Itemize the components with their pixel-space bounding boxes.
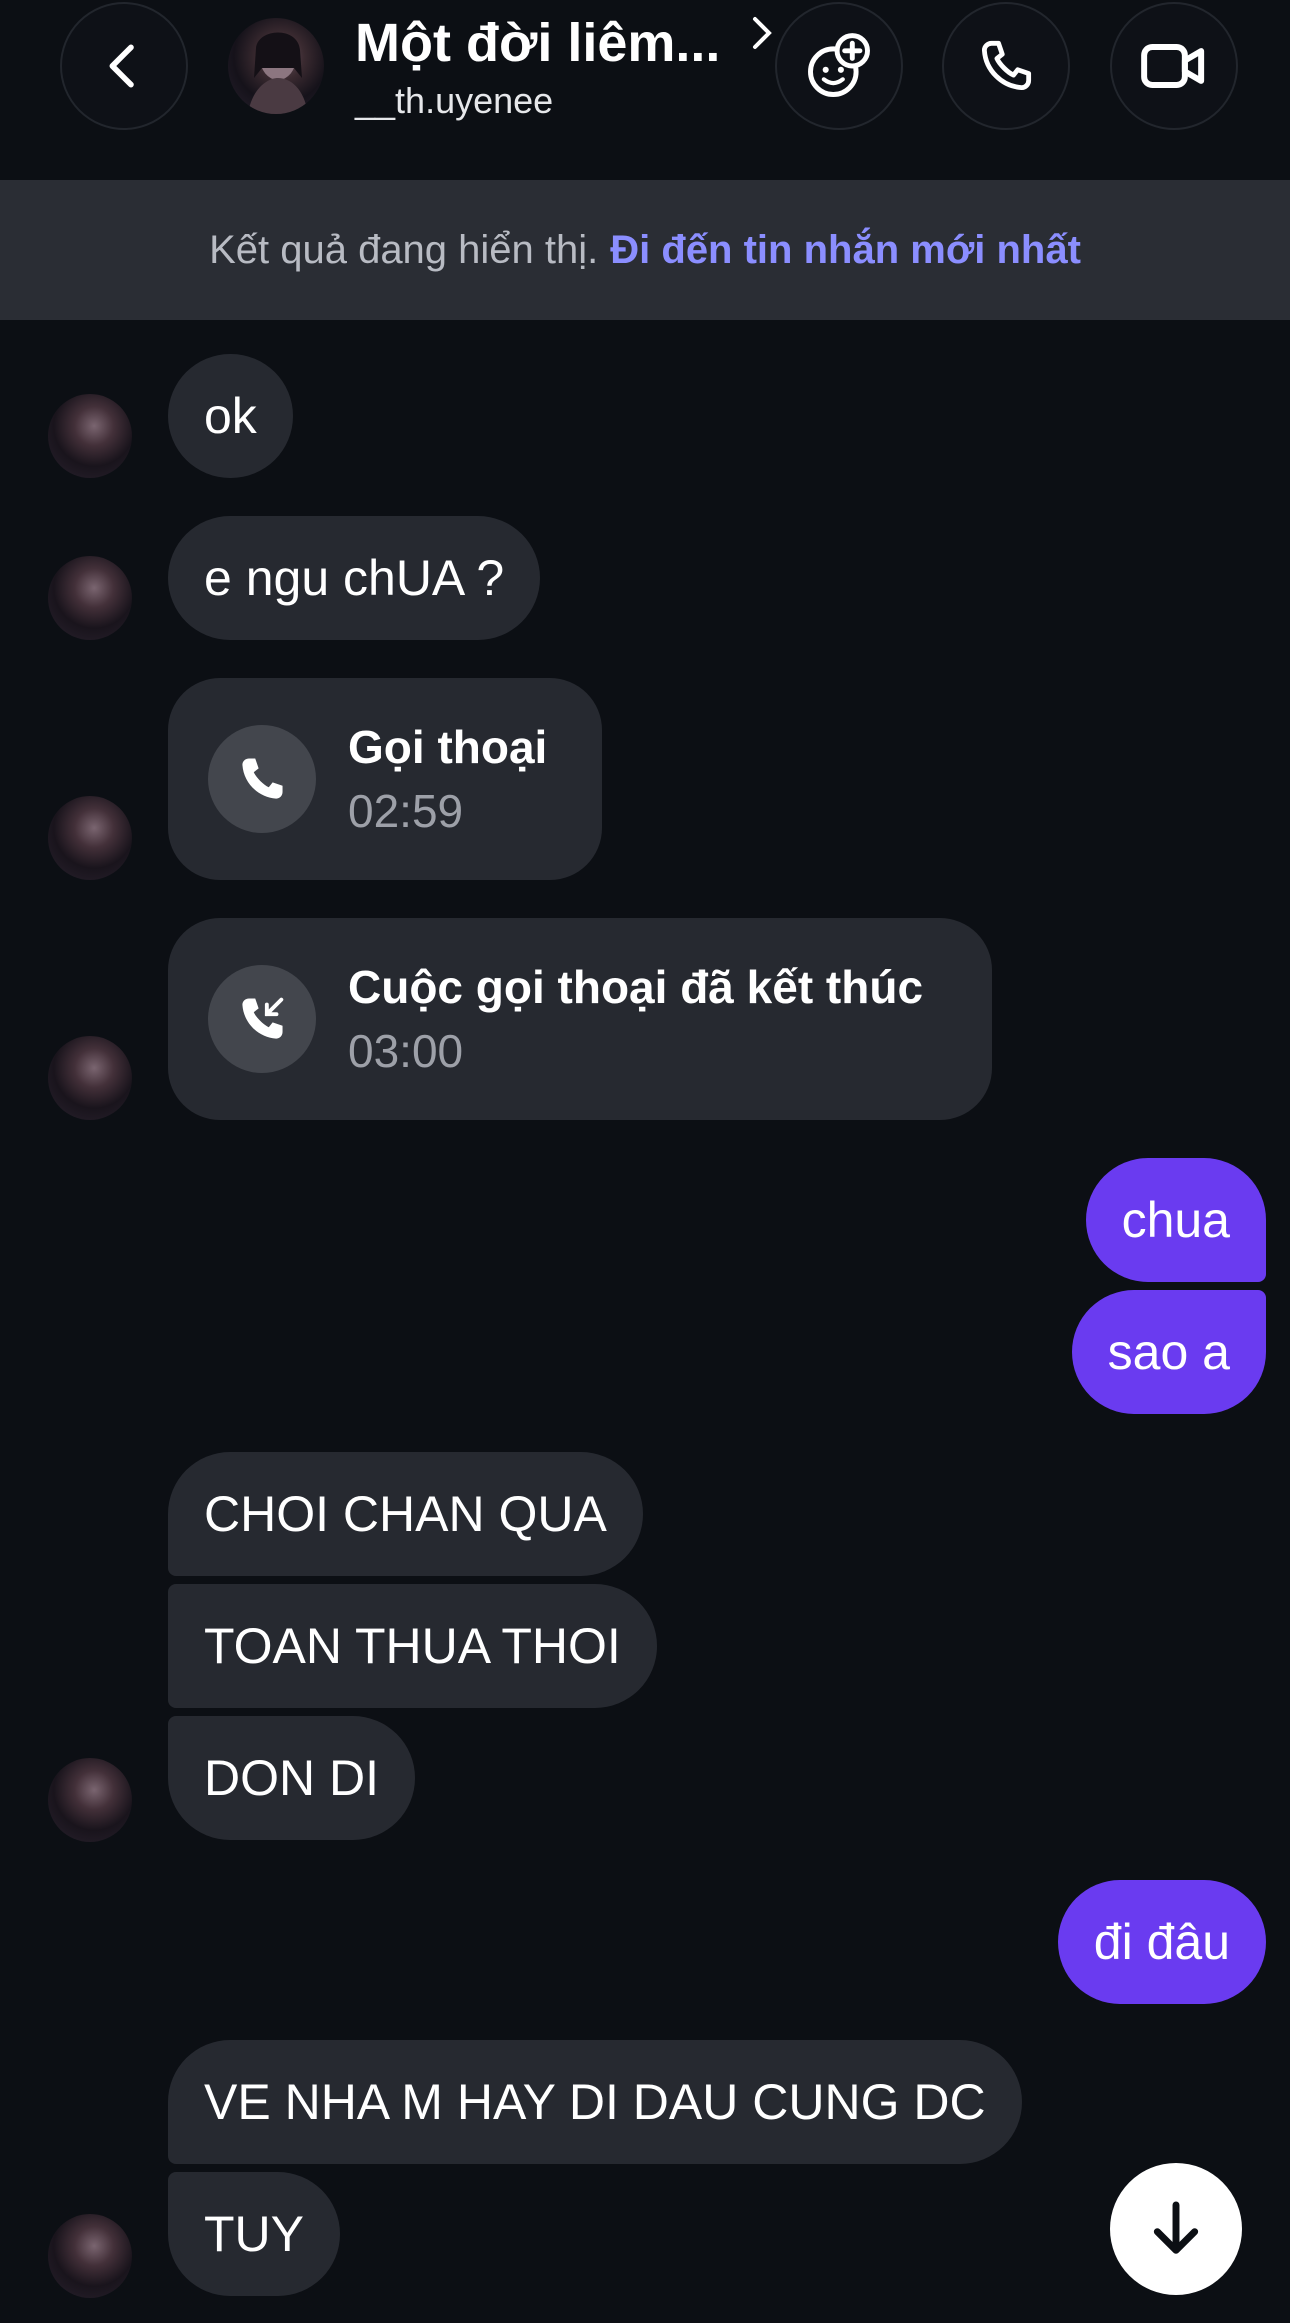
banner-text: Kết quả đang hiển thị. (209, 227, 599, 272)
conversation-title[interactable]: Một đời liêm... (355, 12, 777, 74)
avatar-portrait (248, 32, 308, 114)
video-camera-icon (1141, 44, 1205, 88)
message-bubble[interactable]: DON DI (168, 1716, 415, 1840)
voice-call-button[interactable] (942, 2, 1070, 130)
sender-avatar[interactable] (48, 796, 132, 880)
message-bubble[interactable]: e ngu chUA ? (168, 516, 541, 640)
voice-call-message[interactable]: Cuộc gọi thoại đã kết thúc 03:00 (168, 918, 992, 1120)
sender-avatar[interactable] (48, 2214, 132, 2298)
message-bubble[interactable]: TUY (168, 2172, 340, 2296)
video-call-button[interactable] (1110, 2, 1238, 130)
search-result-banner: Kết quả đang hiển thị. Đi đến tin nhắn m… (0, 180, 1290, 320)
sender-avatar[interactable] (48, 1758, 132, 1842)
message-bubble[interactable]: TOAN THUA THOI (168, 1584, 657, 1708)
message-bubble[interactable]: CHOI CHAN QUA (168, 1452, 643, 1576)
chevron-right-icon (753, 17, 773, 49)
sender-avatar[interactable] (48, 1036, 132, 1120)
conversation-username: __th.uyenee (355, 80, 554, 121)
back-button[interactable] (60, 2, 188, 130)
call-title: Cuộc gọi thoại đã kết thúc (348, 961, 924, 1013)
sender-avatar[interactable] (48, 556, 132, 640)
call-title: Gọi thoại (348, 721, 548, 773)
call-icon-circle (208, 725, 316, 833)
message-bubble[interactable]: chua (1085, 1158, 1266, 1282)
add-effect-button[interactable] (775, 2, 903, 130)
call-icon-circle (208, 965, 316, 1073)
arrow-down-icon (1153, 2201, 1199, 2254)
voice-call-message[interactable]: Gọi thoại 02:59 (168, 678, 602, 880)
message-bubble[interactable]: ok (168, 354, 293, 478)
phone-icon (242, 758, 283, 799)
chevron-left-icon (109, 44, 134, 88)
message-bubble[interactable]: VE NHA M HAY DI DAU CUNG DC (168, 2040, 1022, 2164)
sticker-plus-icon (808, 33, 870, 97)
scroll-to-bottom-button[interactable] (1110, 2163, 1242, 2295)
sender-avatar[interactable] (48, 394, 132, 478)
call-duration: 02:59 (348, 785, 464, 837)
jump-to-latest-link[interactable]: Đi đến tin nhắn mới nhất (610, 228, 1081, 273)
phone-icon (982, 40, 1032, 90)
contact-avatar[interactable] (228, 18, 324, 114)
call-duration: 03:00 (348, 1025, 464, 1077)
message-bubble[interactable]: đi đâu (1057, 1880, 1266, 2004)
message-bubble[interactable]: sao a (1071, 1290, 1266, 1414)
incoming-call-icon (242, 996, 285, 1039)
